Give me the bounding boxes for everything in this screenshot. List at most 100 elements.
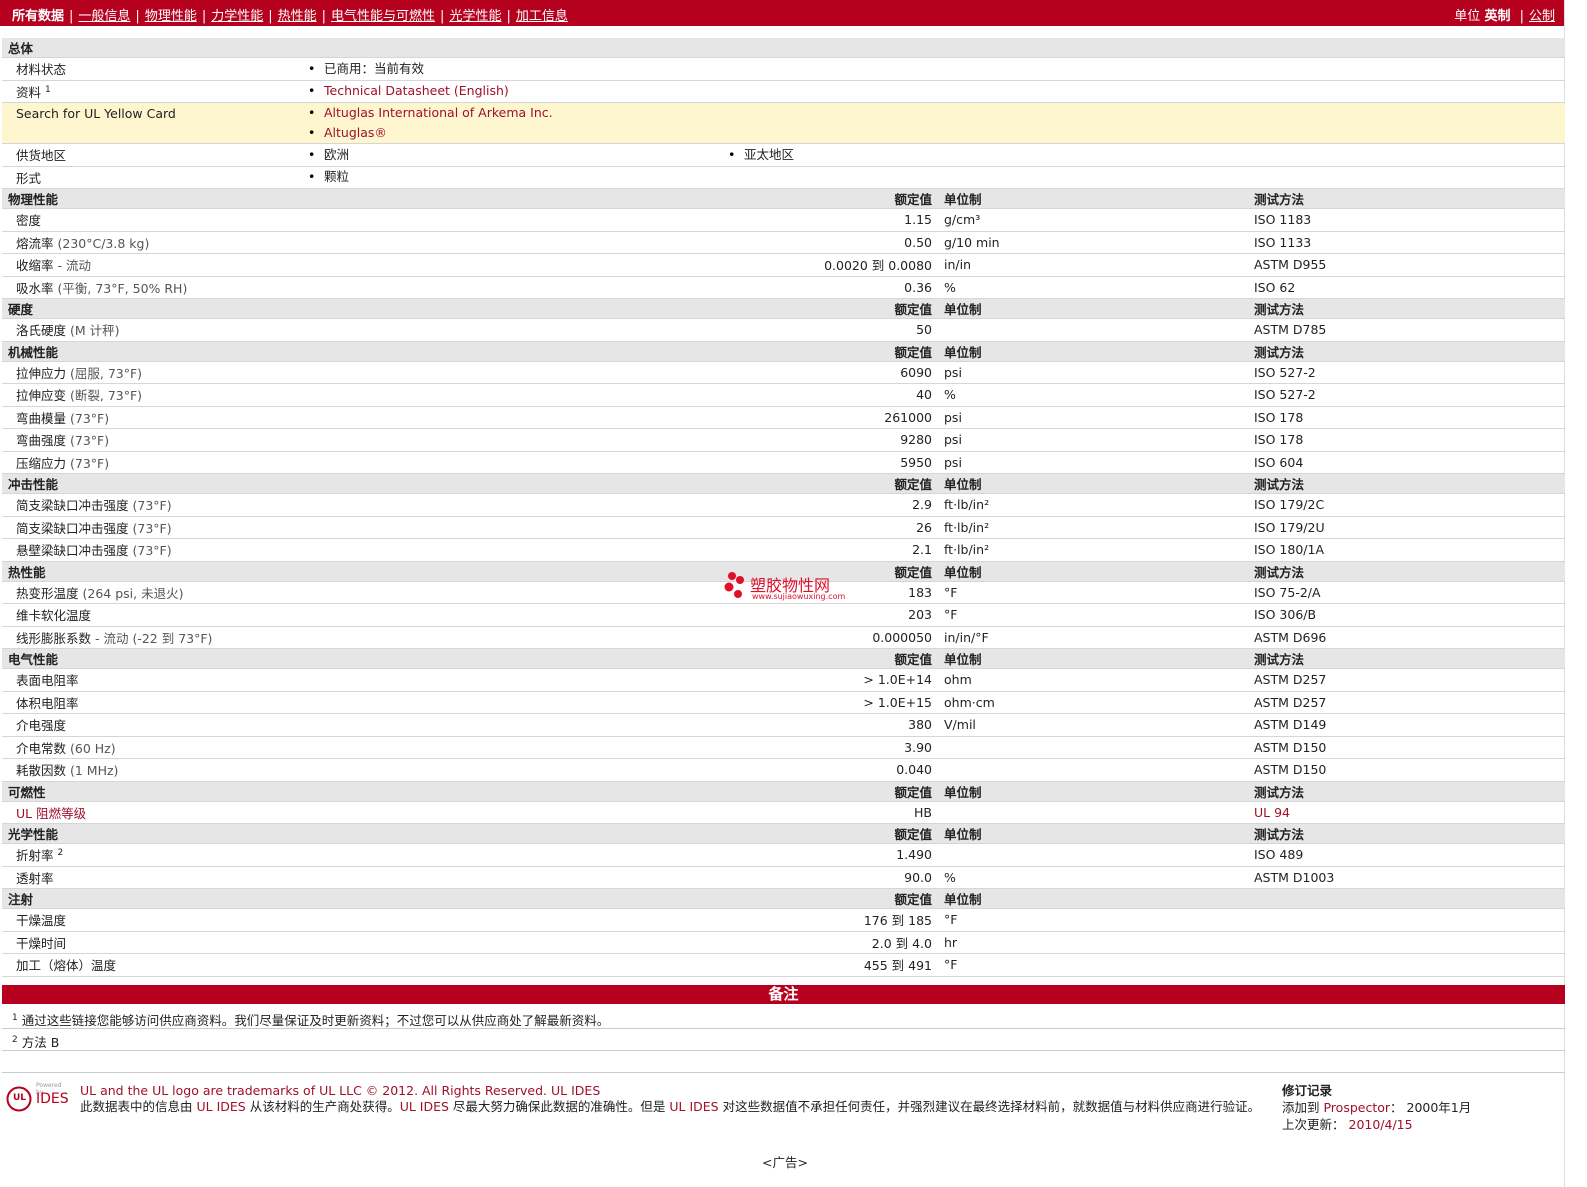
- property-label: 维卡软化温度: [2, 603, 722, 627]
- nav-link-1[interactable]: 一般信息: [78, 9, 130, 24]
- note-divider: [2, 1028, 1565, 1029]
- property-value: 0.040: [722, 758, 938, 782]
- nav-link-5[interactable]: 电气性能与可燃性: [331, 9, 435, 24]
- note-1: 1 通过这些链接您能够访问供应商资料。我们尽量保证及时更新资料；不过您可以从供应…: [12, 1012, 610, 1028]
- property-row: 介电强度 380 V/mil ASTM D149: [2, 713, 1565, 737]
- test-method: ISO 178: [1248, 428, 1565, 452]
- property-unit: g/10 min: [938, 231, 1248, 254]
- test-method: ISO 604: [1248, 451, 1565, 474]
- section-title: 热性能: [2, 561, 722, 582]
- property-condition: (60 Hz): [70, 740, 116, 756]
- note-2: 2 方法 B: [12, 1034, 60, 1050]
- test-method: UL 94: [1248, 801, 1565, 824]
- property-label: 吸水率 (平衡, 73°F, 50% RH): [2, 276, 722, 299]
- property-unit: ft·lb/in²: [938, 493, 1248, 517]
- property-label: 悬壁梁缺口冲击强度 (73°F): [2, 538, 722, 562]
- property-unit: %: [938, 866, 1248, 889]
- property-unit: [938, 736, 1248, 759]
- property-condition: (73°F): [132, 498, 172, 514]
- property-unit: in/in: [938, 253, 1248, 277]
- test-method: [1248, 931, 1565, 954]
- property-label: 线形膨胀系数 - 流动 (-22 到 73°F): [2, 626, 722, 649]
- column-unit-header: 单位制: [938, 823, 1248, 844]
- property-condition: (73°F): [70, 410, 110, 426]
- property-unit: V/mil: [938, 713, 1248, 737]
- form-value: 颗粒: [308, 167, 1565, 187]
- last-updated-date: 2010/4/15: [1348, 1117, 1413, 1132]
- unit-imperial-option[interactable]: 英制: [1484, 9, 1510, 24]
- property-label: 压缩应力 (73°F): [2, 451, 722, 474]
- ul-ides-logo[interactable]: Powered by UL IDES: [6, 1082, 70, 1114]
- technical-datasheet-link[interactable]: Technical Datasheet (English): [308, 81, 1565, 101]
- property-unit: [938, 801, 1248, 824]
- property-row: 收缩率 - 流动 0.0020 到 0.0080 in/in ASTM D955: [2, 253, 1565, 277]
- property-value: 1.490: [722, 843, 938, 867]
- prospector-link[interactable]: Prospector: [1323, 1100, 1390, 1115]
- datasheet-table: 总体 材料状态 已商用：当前有效 资料 1 Technical Datashee…: [2, 38, 1565, 977]
- material-status-label: 材料状态: [2, 57, 302, 81]
- property-label: 介电常数 (60 Hz): [2, 736, 722, 759]
- column-method-header: 测试方法: [1248, 823, 1565, 844]
- unit-metric-link[interactable]: 公制: [1529, 9, 1555, 24]
- property-value: 455 到 491: [722, 953, 938, 977]
- property-row: 介电常数 (60 Hz) 3.90 ASTM D150: [2, 736, 1565, 759]
- test-method: ASTM D150: [1248, 736, 1565, 759]
- ul-ides-link[interactable]: UL IDES: [551, 1083, 600, 1098]
- property-value: > 1.0E+14: [722, 668, 938, 692]
- revision-history: 修订记录 添加到 Prospector： 2000年1月 上次更新： 2010/…: [1282, 1083, 1472, 1132]
- property-row: 耗散因数 (1 MHz) 0.040 ASTM D150: [2, 758, 1565, 782]
- test-method: ASTM D150: [1248, 758, 1565, 782]
- ad-placeholder: <广告>: [762, 1155, 808, 1170]
- top-nav-bar: 所有数据 | 一般信息 | 物理性能 | 力学性能 | 热性能 | 电气性能与可燃性 | 光学性能 | 加工…: [0, 0, 1565, 26]
- test-method: ISO 489: [1248, 843, 1565, 867]
- test-method: ISO 179/2C: [1248, 493, 1565, 517]
- section-header: 物理性能 额定值 单位制 测试方法: [2, 188, 1565, 209]
- property-value: 261000: [722, 406, 938, 429]
- nav-link-4[interactable]: 热性能: [278, 9, 317, 24]
- property-value: 1.15: [722, 208, 938, 232]
- nav-link-0[interactable]: 所有数据: [12, 9, 64, 24]
- property-value: 0.50: [722, 231, 938, 254]
- form-label: 形式: [2, 166, 302, 189]
- section-header: 可燃性 额定值 单位制 测试方法: [2, 781, 1565, 802]
- column-method-header: 测试方法: [1248, 341, 1565, 362]
- column-method-header: 测试方法: [1248, 781, 1565, 802]
- material-status-value: 已商用：当前有效: [308, 59, 1565, 79]
- page-scrollbar[interactable]: [1564, 0, 1587, 1187]
- ul-yellow-card-search-link[interactable]: Search for UL Yellow Card: [2, 102, 302, 144]
- property-label: 弯曲模量 (73°F): [2, 406, 722, 429]
- property-value: 0.000050: [722, 626, 938, 649]
- property-label: 干燥时间: [2, 931, 722, 954]
- property-row: 简支梁缺口冲击强度 (73°F) 2.9 ft·lb/in² ISO 179/2C: [2, 493, 1565, 517]
- property-row: 弯曲模量 (73°F) 261000 psi ISO 178: [2, 406, 1565, 429]
- test-method: ISO 180/1A: [1248, 538, 1565, 562]
- property-unit: [938, 758, 1248, 782]
- nav-link-2[interactable]: 物理性能: [145, 9, 197, 24]
- ul-product-link[interactable]: Altuglas®: [308, 123, 1565, 143]
- property-label: 拉伸应变 (断裂, 73°F): [2, 383, 722, 407]
- section-header: 注射 额定值 单位制: [2, 888, 1565, 909]
- property-unit: psi: [938, 361, 1248, 384]
- property-label: UL 阻燃等级: [2, 801, 722, 824]
- property-label: 热变形温度 (264 psi, 未退火): [2, 581, 722, 604]
- nav-link-3[interactable]: 力学性能: [211, 9, 263, 24]
- column-nominal-header: 额定值: [722, 341, 938, 362]
- property-unit: psi: [938, 451, 1248, 474]
- column-unit-header: 单位制: [938, 561, 1248, 582]
- test-method: ASTM D696: [1248, 626, 1565, 649]
- property-row: 洛氏硬度 (M 计秤) 50 ASTM D785: [2, 318, 1565, 342]
- property-label: 收缩率 - 流动: [2, 253, 722, 277]
- property-value: 176 到 185: [722, 908, 938, 932]
- property-condition: - 流动 (-22 到 73°F): [95, 630, 213, 646]
- ul-supplier-link[interactable]: Altuglas International of Arkema Inc.: [308, 103, 1565, 123]
- test-method: [1248, 908, 1565, 932]
- property-value: 3.90: [722, 736, 938, 759]
- section-nav: 所有数据 | 一般信息 | 物理性能 | 力学性能 | 热性能 | 电气性能与可燃性 | 光学性能 | 加工…: [12, 9, 568, 24]
- nav-link-7[interactable]: 加工信息: [516, 9, 568, 24]
- property-row: 密度 1.15 g/cm³ ISO 1183: [2, 208, 1565, 232]
- column-method-header: 测试方法: [1248, 298, 1565, 319]
- property-condition: (230°C/3.8 kg): [57, 235, 150, 251]
- footer-disclaimer: UL and the UL logo are trademarks of UL …: [80, 1083, 1261, 1114]
- nav-link-6[interactable]: 光学性能: [449, 9, 501, 24]
- section-title: 注射: [2, 888, 722, 909]
